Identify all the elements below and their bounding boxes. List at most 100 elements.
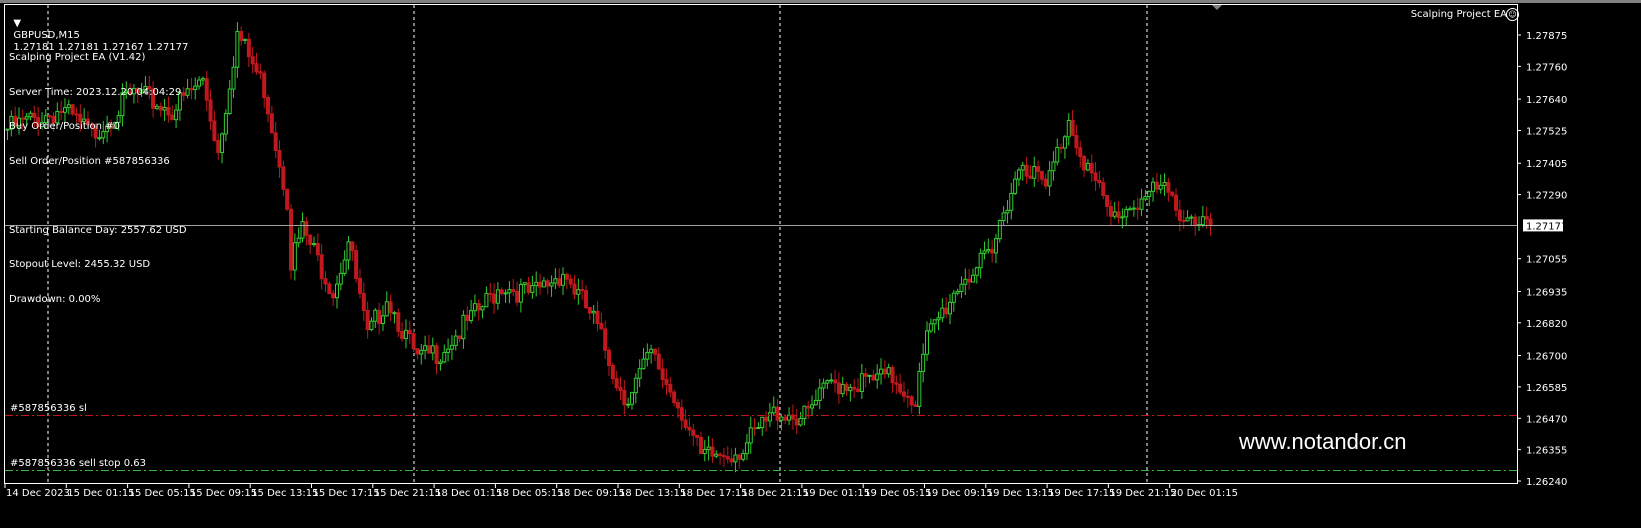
- candle-body: [189, 88, 194, 91]
- candle: [1112, 201, 1117, 219]
- chart-shift-marker[interactable]: [1212, 5, 1222, 10]
- candle-body: [518, 283, 523, 303]
- time-tick-label: 15 Dec 13:15: [251, 488, 318, 499]
- candle-body: [266, 97, 271, 115]
- candle-body: [1170, 191, 1175, 196]
- candle-body: [434, 345, 439, 365]
- candle-body: [744, 442, 749, 455]
- candle-body: [867, 374, 872, 377]
- info-line: Scalping Project EA (V1.42): [9, 52, 146, 63]
- candle-body: [1143, 196, 1148, 200]
- candle: [978, 248, 983, 279]
- candle-body: [775, 406, 780, 421]
- candle: [756, 422, 761, 430]
- candle-body: [993, 238, 998, 254]
- candle-body: [1128, 208, 1133, 211]
- candle-body: [1013, 178, 1018, 194]
- candle: [1135, 197, 1140, 221]
- candle: [289, 204, 294, 280]
- price-tick-label: 1.27055: [1526, 255, 1567, 266]
- candle-body: [1085, 162, 1090, 171]
- candle: [928, 318, 933, 334]
- candle: [457, 335, 462, 343]
- candle-body: [1028, 175, 1033, 179]
- candle-body: [576, 289, 581, 295]
- candle-body: [415, 348, 420, 355]
- candle-body: [921, 353, 926, 372]
- time-tick-label: 18 Dec 05:15: [496, 488, 563, 499]
- candle-body: [549, 282, 554, 287]
- candle-body: [1089, 162, 1094, 174]
- candle-body: [453, 335, 458, 346]
- candle: [526, 277, 531, 295]
- price-tick-label: 1.26355: [1526, 446, 1567, 457]
- time-tick-label: 18 Dec 21:15: [742, 488, 809, 499]
- time-tick-label: 18 Dec 09:15: [558, 488, 625, 499]
- candle-body: [1181, 219, 1186, 222]
- candle: [518, 278, 523, 313]
- candle-body: [629, 392, 634, 405]
- candle-body: [748, 427, 753, 444]
- candle-body: [488, 292, 493, 295]
- candle: [396, 308, 401, 338]
- candle-body: [312, 243, 316, 246]
- candle: [932, 319, 937, 334]
- candle: [905, 389, 910, 408]
- candle-body: [472, 303, 477, 312]
- candle-body: [568, 278, 573, 285]
- candle-body: [852, 386, 857, 390]
- collapse-triangle-icon[interactable]: ▼: [13, 18, 21, 29]
- candle-body: [426, 345, 431, 354]
- candle: [679, 399, 684, 430]
- candle: [239, 26, 244, 46]
- candle-body: [1151, 181, 1156, 192]
- candle: [384, 291, 389, 317]
- candle-body: [1097, 179, 1102, 184]
- candle: [886, 363, 891, 378]
- candle-body: [917, 370, 922, 407]
- candle-body: [342, 259, 347, 274]
- candle: [1070, 109, 1075, 137]
- candle: [1116, 201, 1121, 224]
- candle-body: [369, 320, 374, 331]
- candle: [997, 219, 1002, 243]
- candle: [622, 380, 627, 415]
- candle-body: [380, 315, 385, 324]
- candle: [1151, 177, 1156, 202]
- candle: [465, 305, 470, 331]
- candle-body: [1124, 208, 1129, 218]
- candle-body: [580, 289, 585, 292]
- candle-body: [561, 273, 566, 286]
- info-line: Starting Balance Day: 2557.62 USD: [9, 224, 187, 236]
- candle: [1047, 161, 1052, 196]
- candle-body: [840, 383, 845, 395]
- candle-body: [779, 416, 784, 421]
- candle: [1062, 134, 1067, 159]
- candle: [1009, 182, 1014, 220]
- candle-body: [959, 283, 964, 292]
- candle: [1043, 173, 1048, 190]
- candle-body: [193, 85, 198, 91]
- candle-body: [683, 419, 688, 428]
- candle-body: [687, 426, 692, 431]
- candle: [729, 448, 734, 467]
- stop-loss-label: #587856336 sl: [10, 402, 87, 414]
- candle: [553, 268, 558, 290]
- candle-body: [813, 399, 818, 406]
- candle: [223, 109, 228, 142]
- candle: [1193, 213, 1198, 236]
- candle-body: [963, 278, 968, 285]
- candle-body: [863, 373, 868, 377]
- candle: [607, 347, 612, 377]
- candle-body: [465, 314, 470, 322]
- candle: [246, 32, 251, 67]
- candle-body: [231, 66, 236, 90]
- candle-body: [806, 405, 811, 409]
- candle: [538, 273, 543, 296]
- candle: [626, 397, 631, 409]
- candle: [361, 282, 366, 321]
- candle: [1078, 140, 1083, 168]
- candle: [691, 424, 696, 447]
- candle: [775, 398, 780, 430]
- candle: [982, 241, 987, 260]
